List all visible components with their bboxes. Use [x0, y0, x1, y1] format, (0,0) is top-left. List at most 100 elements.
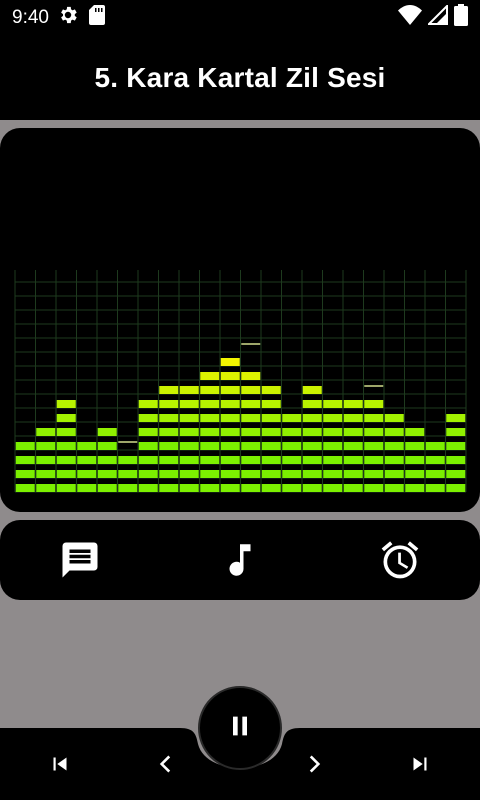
equalizer-bar-segment	[302, 428, 322, 436]
equalizer-bar-segment	[323, 400, 343, 408]
equalizer-bar-segment	[97, 428, 117, 436]
equalizer-bar-segment	[179, 400, 199, 408]
equalizer-bar-segment	[261, 484, 281, 492]
equalizer-bar-segment	[425, 484, 445, 492]
equalizer-bar-segment	[384, 456, 404, 464]
equalizer-bar-segment	[343, 400, 363, 408]
music-button[interactable]	[218, 540, 262, 584]
equalizer-bar-segment	[220, 372, 240, 380]
message-icon	[59, 539, 101, 586]
equalizer-bar-segment	[138, 484, 158, 492]
settings-icon	[57, 4, 79, 32]
equalizer-bar-segment	[56, 484, 76, 492]
equalizer-bar-segment	[179, 414, 199, 422]
equalizer-bar-segment	[77, 456, 97, 464]
equalizer-bar-segment	[241, 372, 261, 380]
equalizer-bar-segment	[159, 414, 179, 422]
equalizer-bar-segment	[36, 442, 56, 450]
equalizer-bar-segment	[77, 442, 97, 450]
equalizer-bar-segment	[343, 442, 363, 450]
equalizer-bar-segment	[200, 386, 220, 394]
previous-icon	[153, 751, 179, 782]
equalizer-bar-segment	[343, 428, 363, 436]
alarm-icon	[378, 538, 422, 587]
equalizer-bar-segment	[179, 386, 199, 394]
equalizer-bar-segment	[261, 428, 281, 436]
equalizer-bar-segment	[241, 470, 261, 478]
equalizer-bar-segment	[323, 428, 343, 436]
alarm-button[interactable]	[378, 540, 422, 584]
equalizer-bar-segment	[384, 414, 404, 422]
wifi-icon	[398, 5, 422, 31]
skip-previous-button[interactable]	[42, 748, 78, 784]
equalizer-bar-segment	[364, 484, 384, 492]
equalizer-bar-segment	[405, 470, 425, 478]
equalizer-bar-segment	[446, 470, 466, 478]
status-time: 9:40	[12, 7, 49, 28]
equalizer-bar-segment	[220, 456, 240, 464]
equalizer-bar-segment	[343, 414, 363, 422]
equalizer-bar-segment	[56, 456, 76, 464]
equalizer-bar-segment	[220, 484, 240, 492]
equalizer-bar-segment	[159, 400, 179, 408]
equalizer-bar-segment	[77, 484, 97, 492]
next-icon	[301, 751, 327, 782]
equalizer-bar-segment	[138, 414, 158, 422]
battery-icon	[454, 4, 468, 32]
equalizer-visualizer	[0, 128, 480, 512]
pause-icon	[226, 712, 254, 745]
equalizer-bar-segment	[138, 428, 158, 436]
skip-next-button[interactable]	[402, 748, 438, 784]
equalizer-bar-segment	[282, 428, 302, 436]
equalizer-bar-segment	[405, 456, 425, 464]
equalizer-bar-segment	[56, 470, 76, 478]
equalizer-bar-segment	[282, 442, 302, 450]
equalizer-bar-segment	[241, 386, 261, 394]
equalizer-bar-segment	[241, 456, 261, 464]
equalizer-bar-segment	[302, 456, 322, 464]
equalizer-bar-segment	[56, 414, 76, 422]
equalizer-bar-segment	[425, 442, 445, 450]
equalizer-bar-segment	[446, 414, 466, 422]
equalizer-bar-segment	[138, 456, 158, 464]
equalizer-bar-segment	[200, 456, 220, 464]
equalizer-graphic	[14, 270, 467, 493]
next-button[interactable]	[296, 748, 332, 784]
equalizer-bar-segment	[77, 470, 97, 478]
equalizer-bar-segment	[15, 470, 35, 478]
equalizer-bar-segment	[138, 442, 158, 450]
equalizer-peak-cap	[364, 385, 384, 387]
equalizer-bar-segment	[220, 414, 240, 422]
equalizer-peak-cap	[241, 343, 261, 345]
equalizer-bar-segment	[159, 442, 179, 450]
equalizer-bar-segment	[36, 428, 56, 436]
equalizer-bar-segment	[364, 414, 384, 422]
equalizer-bar-segment	[159, 470, 179, 478]
equalizer-bar-segment	[36, 484, 56, 492]
equalizer-bar-segment	[302, 400, 322, 408]
equalizer-bar-segment	[56, 428, 76, 436]
equalizer-bar-segment	[261, 470, 281, 478]
message-button[interactable]	[58, 540, 102, 584]
equalizer-bar-segment	[200, 414, 220, 422]
equalizer-bar-segment	[138, 470, 158, 478]
equalizer-bar-segment	[302, 470, 322, 478]
page-title: 5. Kara Kartal Zil Sesi	[94, 62, 386, 93]
equalizer-bar-segment	[97, 456, 117, 464]
equalizer-bar-segment	[282, 484, 302, 492]
action-bar	[0, 520, 480, 600]
app-header: 5. Kara Kartal Zil Sesi	[0, 36, 480, 120]
equalizer-bar-segment	[343, 456, 363, 464]
equalizer-bar-segment	[364, 470, 384, 478]
equalizer-bar-segment	[118, 470, 138, 478]
equalizer-bar-segment	[364, 428, 384, 436]
equalizer-bar-segment	[446, 456, 466, 464]
equalizer-bar-segment	[302, 386, 322, 394]
equalizer-bar-segment	[425, 456, 445, 464]
previous-button[interactable]	[148, 748, 184, 784]
signal-icon	[426, 3, 448, 31]
equalizer-bar-segment	[179, 456, 199, 464]
pause-button[interactable]	[198, 686, 282, 770]
equalizer-bar-segment	[56, 442, 76, 450]
equalizer-bar-segment	[323, 484, 343, 492]
